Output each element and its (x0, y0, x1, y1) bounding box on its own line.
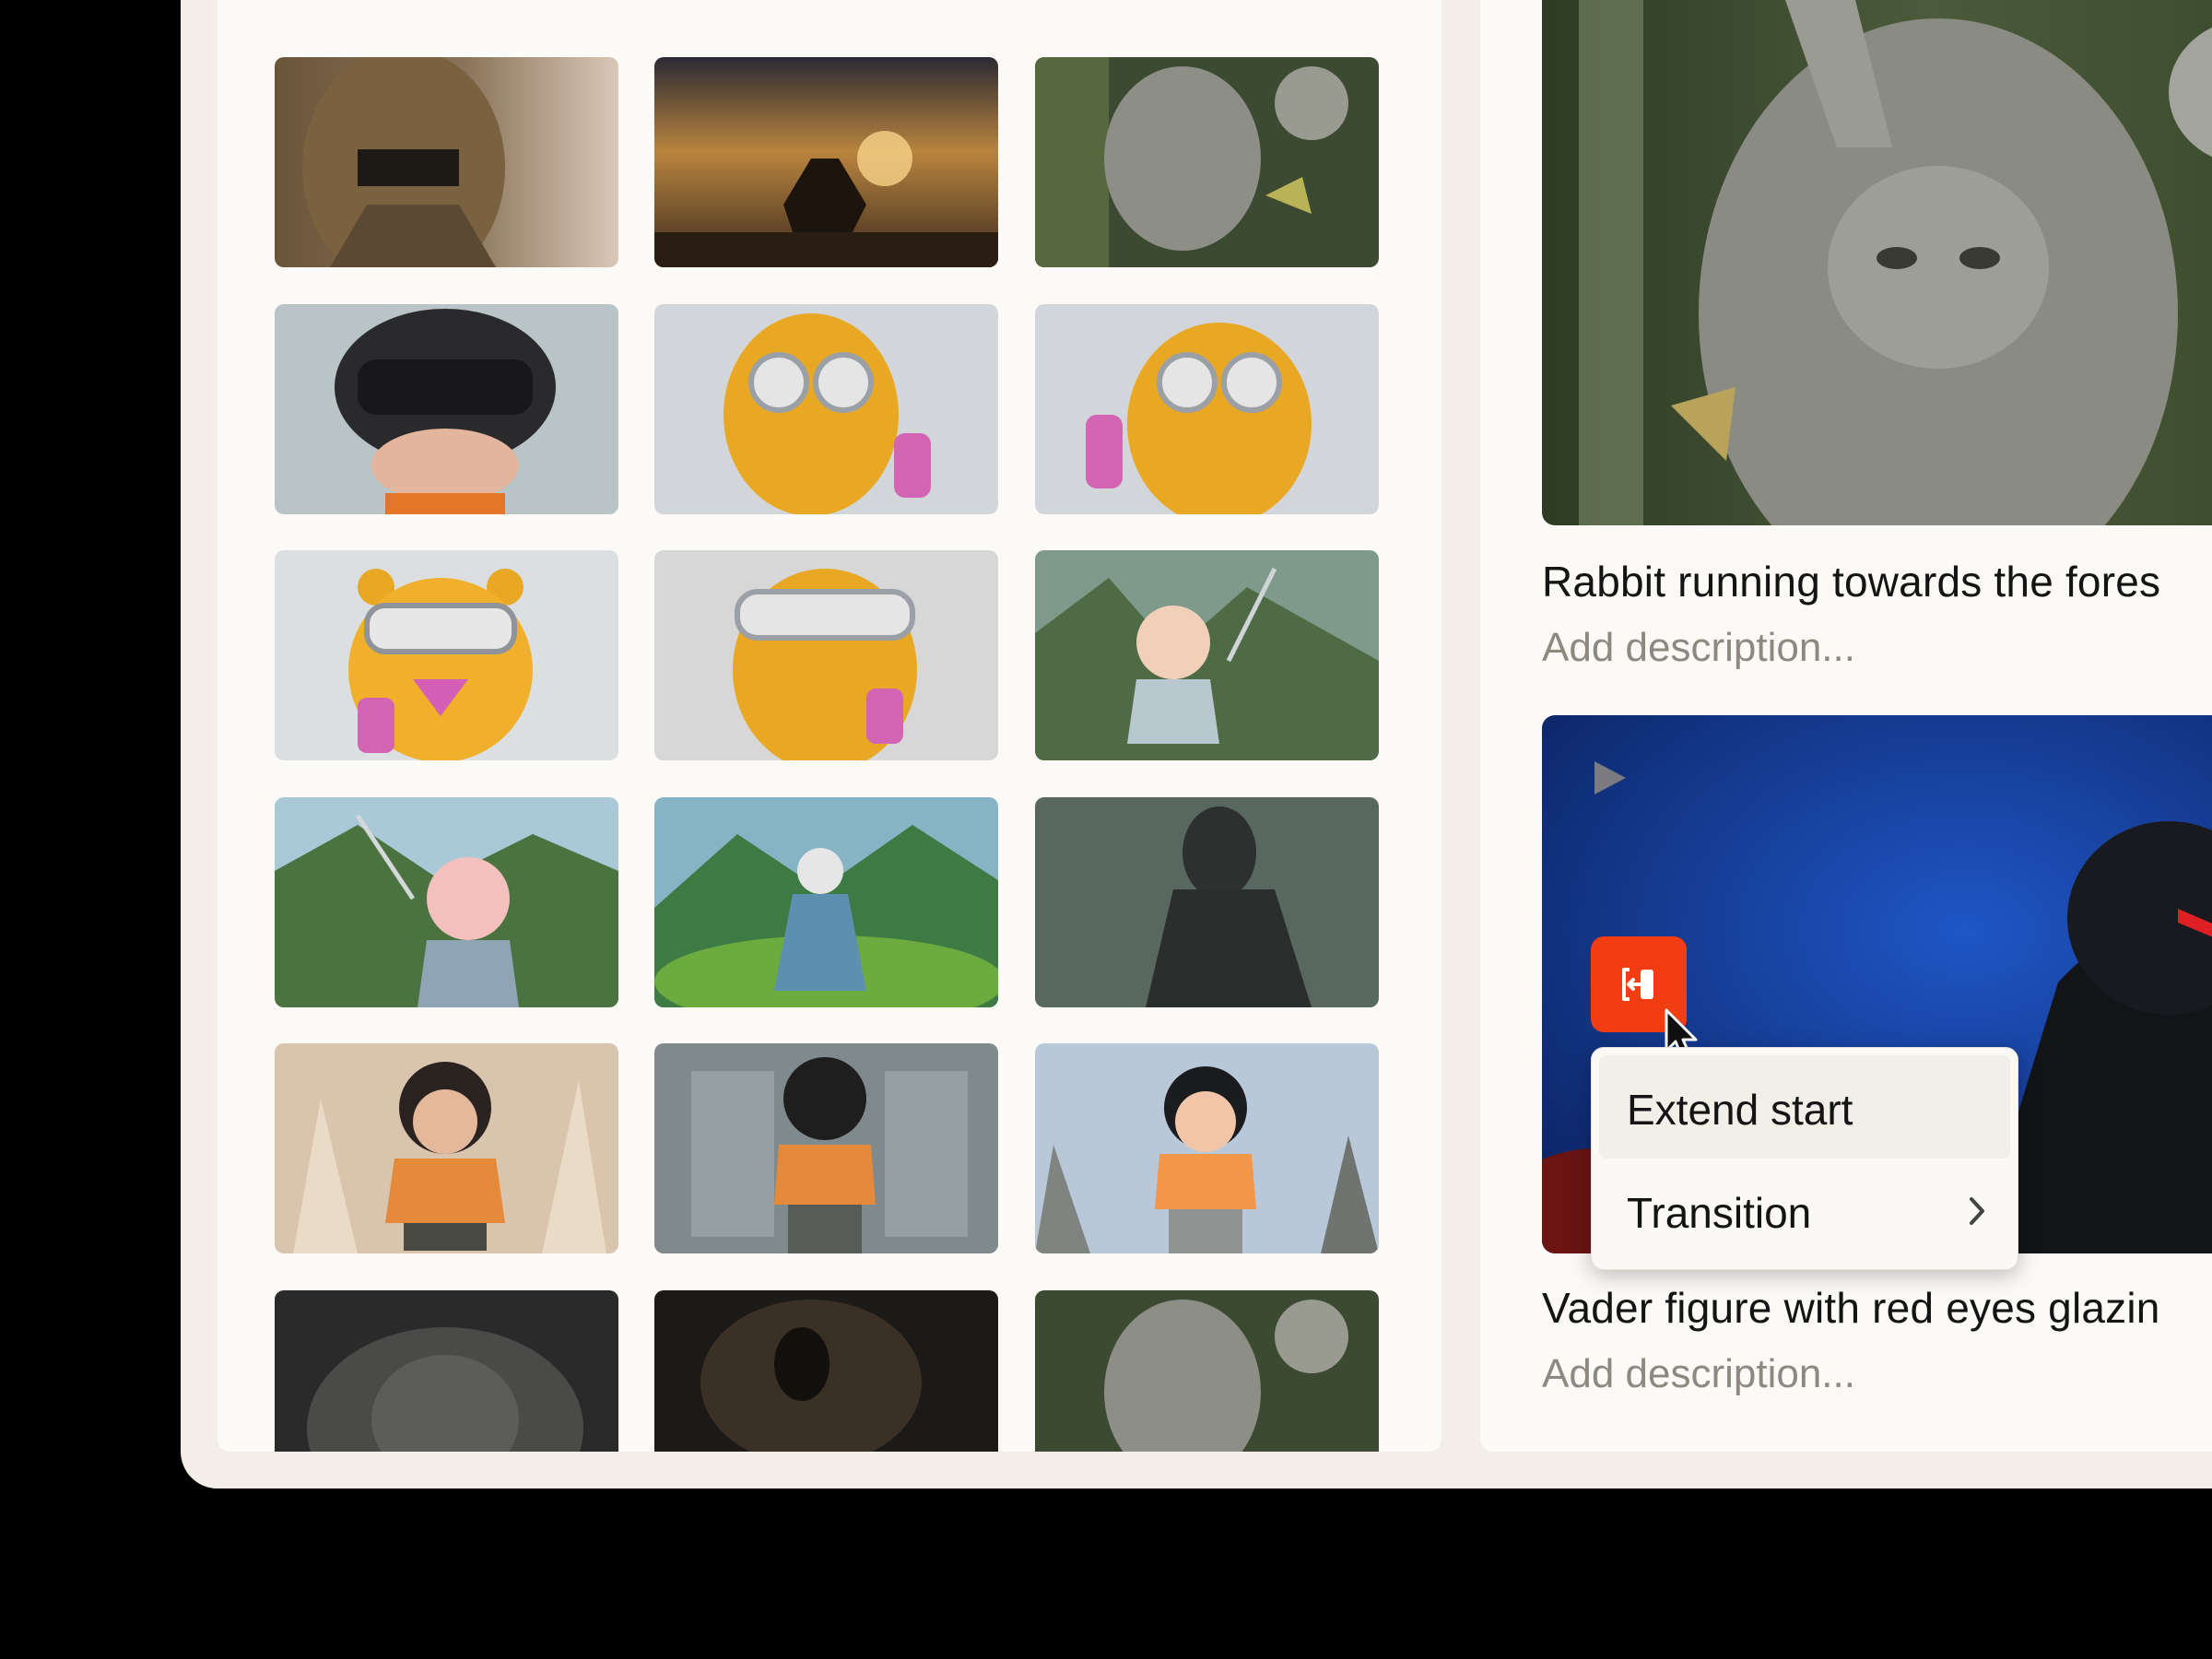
play-icon[interactable] (1589, 758, 1630, 798)
media-thumbnail-vr-kid[interactable] (654, 1043, 998, 1253)
media-thumbnail-armored-warrior[interactable] (275, 57, 618, 267)
media-thumbnail-roaring-beast[interactable] (654, 1290, 998, 1452)
media-thumbnail-baby-swordsman[interactable] (1035, 550, 1379, 760)
clip-title[interactable]: Vader figure with red eyes glazin (1542, 1283, 2160, 1333)
media-thumbnail-yellow-creature[interactable] (1035, 304, 1379, 514)
clip-description-input[interactable]: Add description... (1542, 1351, 1855, 1397)
media-thumbnail-baby-swordsman[interactable] (275, 797, 618, 1007)
menu-item-extend-start[interactable]: Extend start (1599, 1055, 2010, 1159)
media-thumbnail-vr-kid[interactable] (275, 304, 618, 514)
media-thumbnail-dark-knight[interactable] (1035, 797, 1379, 1007)
media-thumbnail-rabbit-warrior[interactable] (1035, 57, 1379, 267)
media-thumbnail-armored-figure[interactable] (275, 1290, 618, 1452)
menu-item-label: Transition (1627, 1189, 1812, 1237)
menu-item-label: Extend start (1627, 1086, 1853, 1134)
media-thumbnail-cartoon-swordsman[interactable] (654, 797, 998, 1007)
media-thumbnail-headphone-kid[interactable] (275, 1043, 618, 1253)
chevron-right-icon (1970, 1197, 1984, 1225)
media-thumbnail-yellow-creature[interactable] (654, 304, 998, 514)
clip-title[interactable]: Rabbit running towards the fores (1542, 557, 2160, 606)
extend-start-icon (1622, 968, 1653, 1001)
clip-thumbnail-rabbit[interactable] (1542, 0, 2212, 525)
media-thumbnail-yellow-creature[interactable] (654, 550, 998, 760)
media-thumbnail-yellow-bear[interactable] (275, 550, 618, 760)
clip-description-input[interactable]: Add description... (1542, 625, 1855, 671)
menu-item-transition[interactable]: Transition (1599, 1159, 2010, 1262)
media-thumbnail-horse-rider[interactable] (654, 57, 998, 267)
clip-context-menu: Extend start Transition (1591, 1047, 2018, 1270)
media-thumbnail-goggle-kid[interactable] (1035, 1043, 1379, 1253)
media-thumbnail-rabbit-warrior[interactable] (1035, 1290, 1379, 1452)
media-gallery (218, 0, 1441, 1452)
